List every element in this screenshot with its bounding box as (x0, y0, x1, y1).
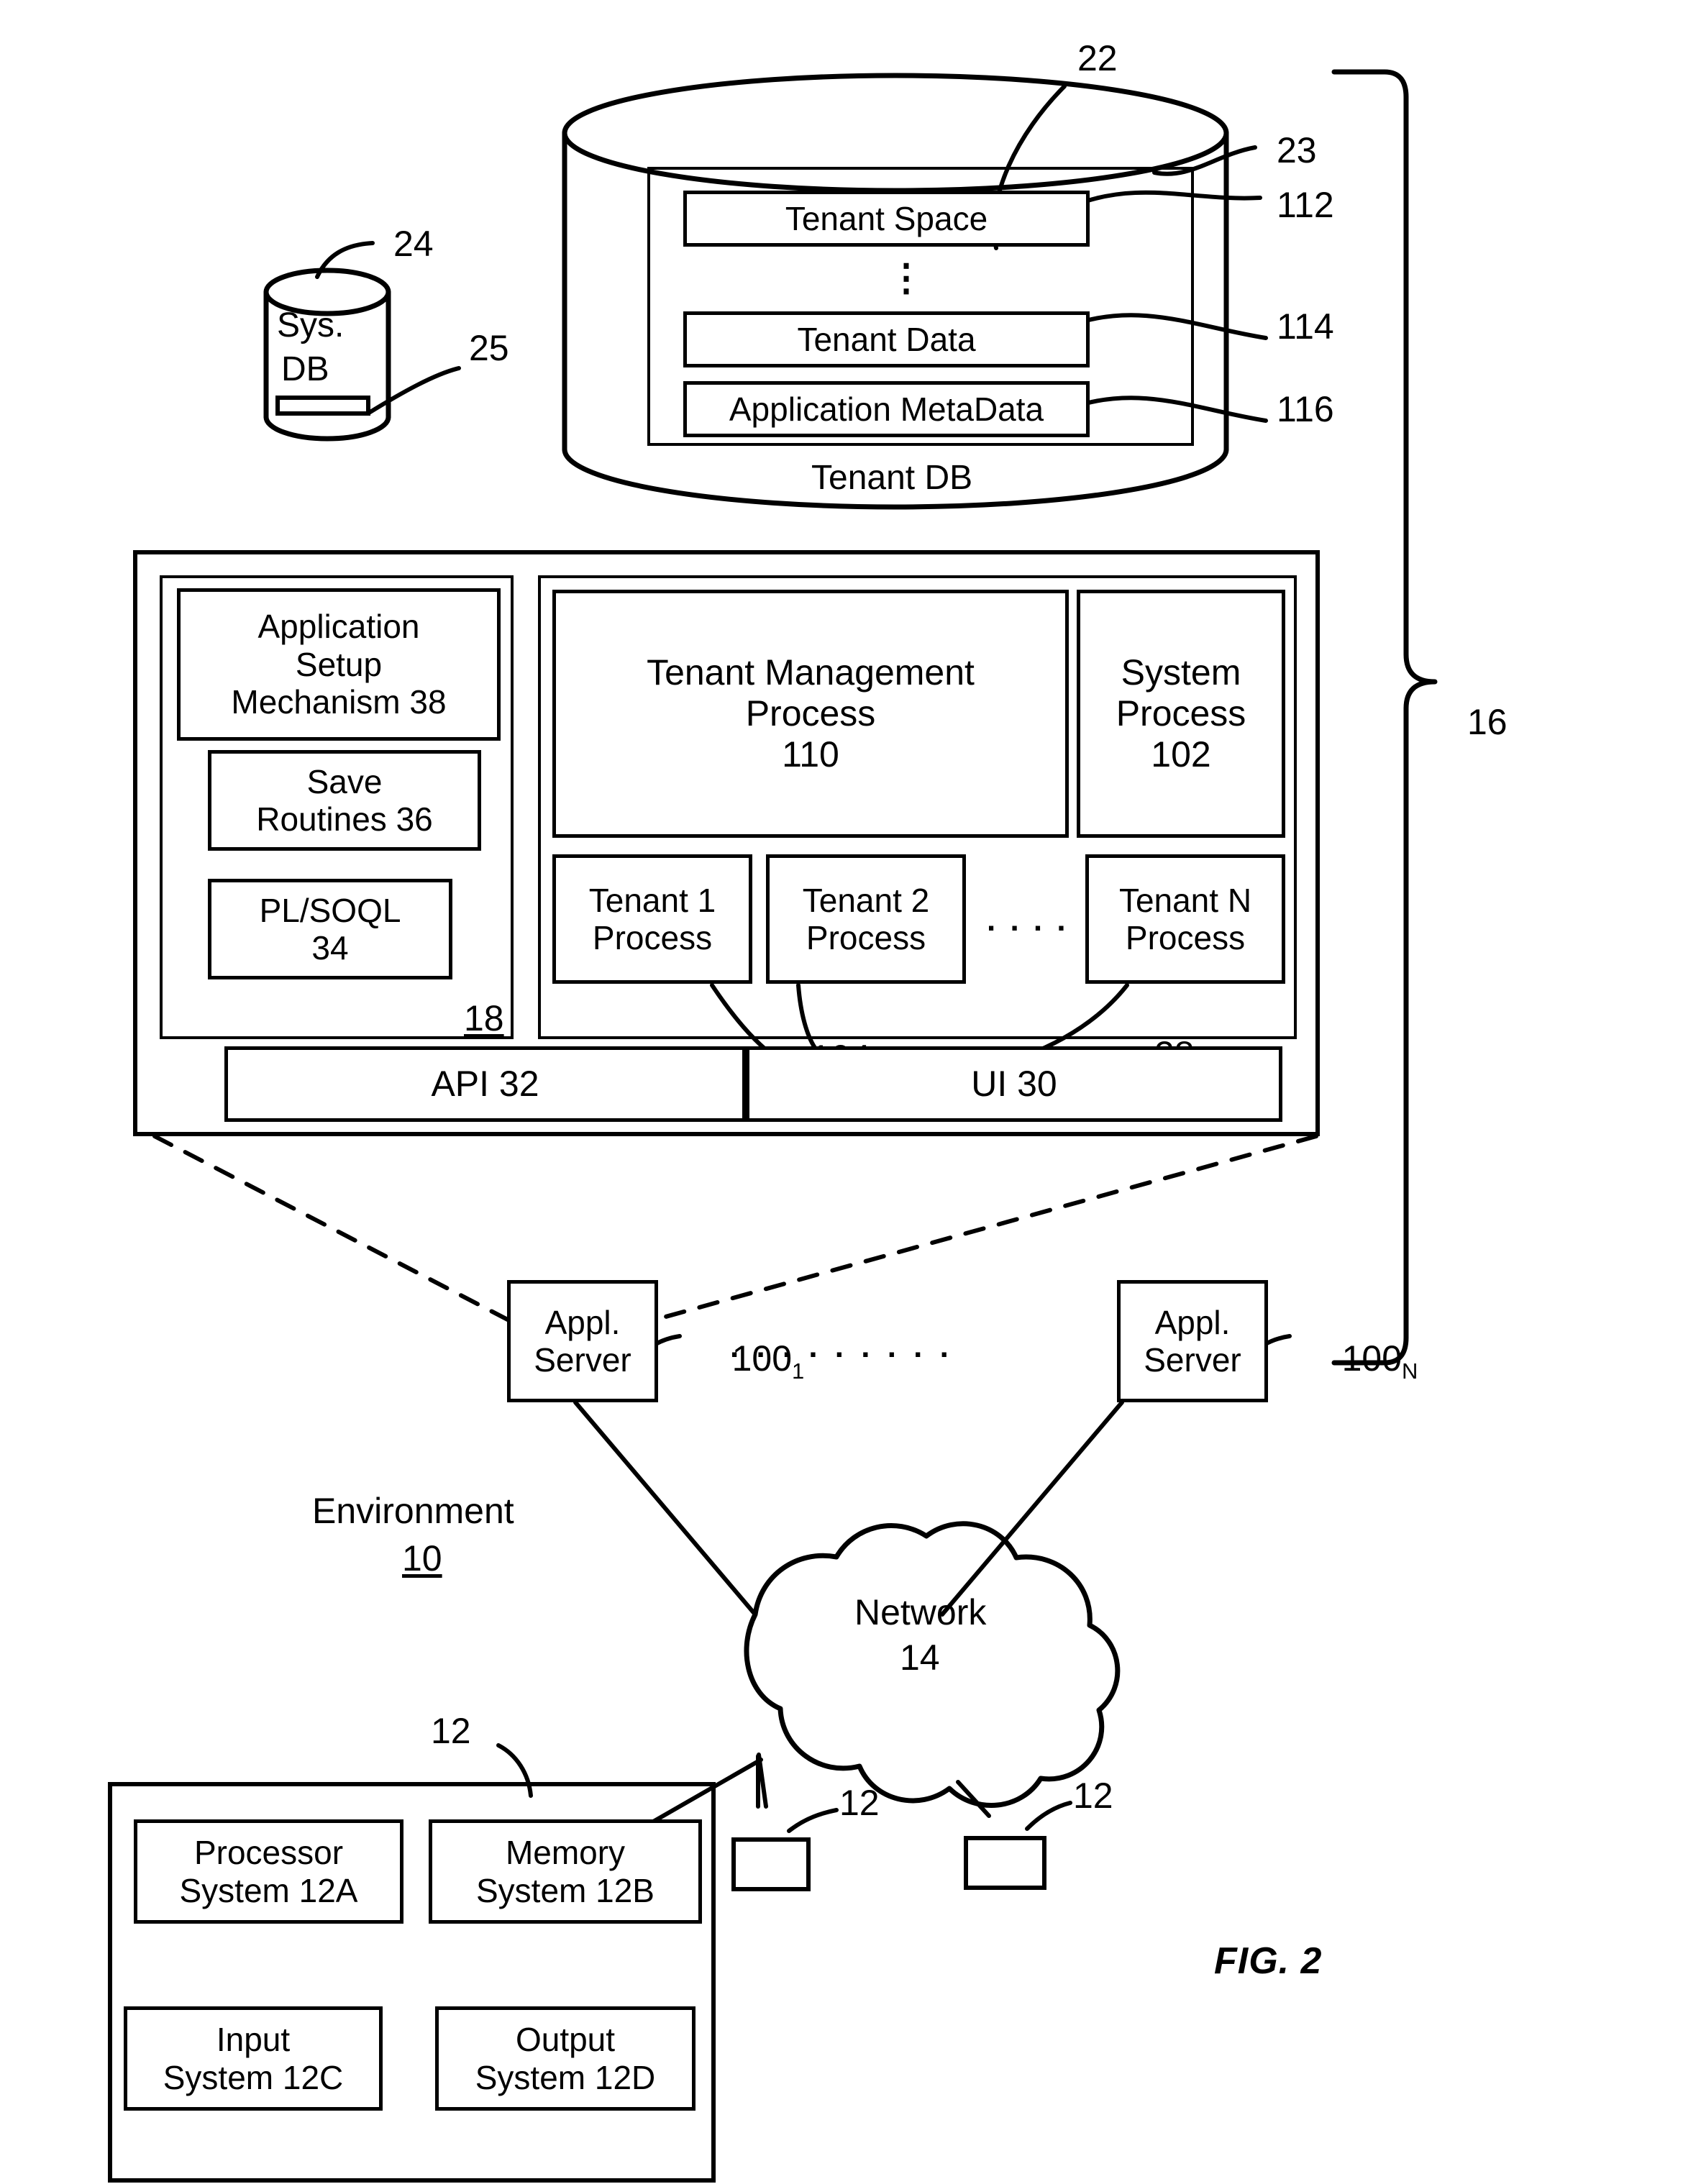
connector-appserver1-network (573, 1400, 757, 1617)
ref-100-N-sub: N (1402, 1358, 1418, 1384)
output-system-line1: Output (515, 2021, 616, 2059)
plsoql-line2: 34 (311, 929, 349, 967)
ref-22: 22 (1077, 38, 1118, 78)
tenant-n-line2: Process (1125, 919, 1246, 956)
leader-25 (367, 366, 461, 415)
input-system-line2: System 12C (163, 2058, 344, 2096)
leader-12-terminal2 (1025, 1801, 1072, 1831)
save-routines-line1: Save (306, 762, 383, 800)
tenant-2-line1: Tenant 2 (802, 881, 930, 919)
appl-server-1-line2: Server (534, 1341, 631, 1379)
tenant-data-label: Tenant Data (797, 320, 976, 358)
tenant-db-title: Tenant DB (811, 459, 973, 497)
memory-system-line2: System 12B (476, 1871, 654, 1909)
input-system-box: Input System 12C (124, 2006, 383, 2111)
memory-system-box: Memory System 12B (429, 1819, 702, 1924)
appl-server-n-box: Appl. Server (1117, 1280, 1268, 1402)
sys-db-label-line1: Sys. (277, 306, 345, 344)
tenant-process-ellipsis: . . . . (987, 903, 1069, 938)
ref-116: 116 (1277, 389, 1334, 429)
ui-box: UI 30 (746, 1046, 1282, 1122)
sys-db-label-line2: DB (281, 350, 329, 388)
ref-12-terminal1: 12 (839, 1783, 880, 1823)
tenant-mgmt-line1: Tenant Management (647, 652, 975, 693)
ref-24: 24 (393, 224, 434, 264)
system-process-line3: 102 (1151, 734, 1211, 775)
app-setup-line3: Mechanism 38 (231, 683, 447, 721)
api-box: API 32 (224, 1046, 746, 1122)
tenant-mgmt-line3: 110 (782, 734, 839, 775)
appl-server-1-box: Appl. Server (507, 1280, 658, 1402)
ref-10: 10 (402, 1538, 442, 1578)
ref-25: 25 (469, 328, 509, 368)
processor-system-line2: System 12A (179, 1871, 358, 1909)
tenant-data-box: Tenant Data (683, 311, 1090, 367)
patent-figure-page: Tenant Space ⋮ Tenant Data Application M… (0, 0, 1683, 2184)
tenant-n-line1: Tenant N (1118, 881, 1252, 919)
app-setup-line2: Setup (295, 645, 383, 683)
sys-db-slot (275, 396, 370, 416)
tenant-2-line2: Process (806, 919, 926, 956)
tenant-mgmt-line2: Process (745, 693, 876, 734)
tenant-space-label: Tenant Space (785, 199, 988, 237)
ref-12-usersystem: 12 (431, 1711, 471, 1751)
ui-label: UI 30 (971, 1064, 1057, 1104)
bracket-16 (1331, 69, 1438, 1366)
appl-server-1-line1: Appl. (544, 1303, 621, 1341)
client-terminal-2 (964, 1836, 1046, 1890)
ref-100-N: 100N (1302, 1296, 1418, 1426)
plsoql-line1: PL/SOQL (259, 891, 401, 929)
network-label-line2: 14 (900, 1637, 940, 1678)
application-metadata-label: Application MetaData (729, 390, 1044, 428)
appl-server-n-line2: Server (1144, 1341, 1241, 1379)
processor-system-line1: Processor (193, 1834, 344, 1872)
ref-16: 16 (1467, 702, 1508, 742)
tenant-1-process-box: Tenant 1 Process (552, 854, 752, 984)
system-process-box: System Process 102 (1077, 590, 1285, 838)
environment-label: Environment (312, 1491, 514, 1531)
save-routines-line2: Routines 36 (256, 800, 433, 838)
plsoql-box: PL/SOQL 34 (208, 879, 452, 979)
network-label-line1: Network (854, 1592, 987, 1632)
tenant-space-box: Tenant Space (683, 191, 1090, 247)
ref-100-N-base: 100 (1341, 1338, 1402, 1379)
leader-12-terminal1 (787, 1808, 839, 1833)
ref-114: 114 (1277, 306, 1334, 347)
save-routines-box: Save Routines 36 (208, 750, 481, 851)
figure-label: FIG. 2 (1214, 1940, 1323, 1982)
system-process-line2: Process (1116, 693, 1246, 734)
client-terminal-1 (731, 1837, 811, 1891)
ref-18: 18 (464, 998, 504, 1038)
tenant-1-line1: Tenant 1 (588, 881, 716, 919)
processor-system-box: Processor System 12A (134, 1819, 403, 1924)
api-label: API 32 (431, 1064, 539, 1104)
app-setup-line1: Application (257, 608, 420, 646)
tenant-management-process-box: Tenant Management Process 110 (552, 590, 1069, 838)
tenant-2-process-box: Tenant 2 Process (766, 854, 966, 984)
application-metadata-box: Application MetaData (683, 381, 1090, 437)
input-system-line1: Input (216, 2021, 291, 2059)
tenant-1-line2: Process (592, 919, 713, 956)
connector-appserverN-network (940, 1400, 1124, 1617)
app-server-ellipsis: . . . . . . . . . (730, 1329, 953, 1364)
output-system-line2: System 12D (475, 2058, 656, 2096)
tenant-space-ellipsis: ⋮ (888, 257, 925, 299)
system-process-line1: System (1121, 652, 1241, 693)
tenant-n-process-box: Tenant N Process (1085, 854, 1285, 984)
application-setup-mechanism-box: Application Setup Mechanism 38 (177, 588, 501, 741)
memory-system-line1: Memory (505, 1834, 626, 1872)
appl-server-n-line1: Appl. (1154, 1303, 1231, 1341)
ref-23: 23 (1277, 130, 1317, 170)
output-system-box: Output System 12D (435, 2006, 695, 2111)
ref-112: 112 (1277, 185, 1334, 225)
ref-12-terminal2: 12 (1073, 1776, 1113, 1816)
